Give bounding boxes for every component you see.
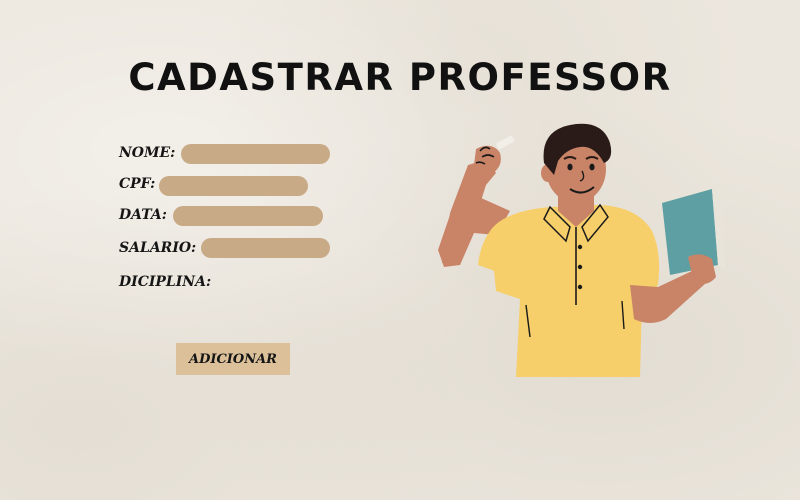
teacher-illustration bbox=[438, 123, 726, 377]
shirt-button-icon bbox=[577, 264, 583, 270]
salario-input[interactable] bbox=[201, 238, 330, 258]
adicionar-button[interactable]: ADICIONAR bbox=[176, 343, 290, 375]
data-input[interactable] bbox=[173, 206, 323, 226]
shirt-button-icon bbox=[577, 244, 583, 250]
disciplina-label: DICIPLINA: bbox=[119, 274, 212, 290]
eye-icon bbox=[589, 163, 595, 171]
cpf-input[interactable] bbox=[159, 176, 308, 196]
nome-input[interactable] bbox=[181, 144, 330, 164]
chalk-icon bbox=[496, 135, 515, 150]
raised-hand-icon bbox=[474, 145, 501, 176]
data-label: DATA: bbox=[119, 207, 167, 223]
eye-icon bbox=[567, 163, 573, 171]
salario-label: SALARIO: bbox=[119, 240, 197, 256]
shirt-button-icon bbox=[577, 284, 583, 290]
page-title: CADASTRAR PROFESSOR bbox=[128, 56, 672, 99]
cpf-label: CPF: bbox=[119, 176, 156, 192]
nome-label: NOME: bbox=[119, 145, 176, 161]
